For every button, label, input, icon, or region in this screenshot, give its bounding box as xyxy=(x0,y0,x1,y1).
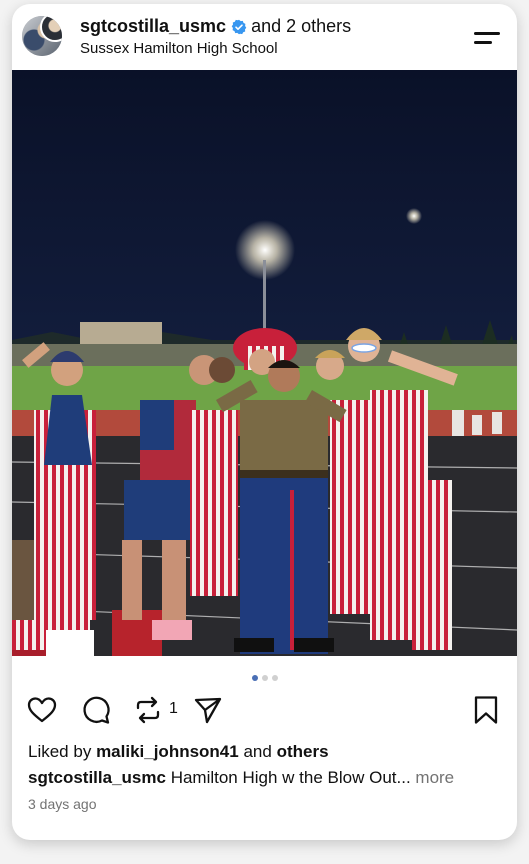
post-header: sgtcostilla_usmc and 2 others Sussex Ham… xyxy=(12,4,517,70)
repost-count: 1 xyxy=(169,700,178,717)
likes-summary: Liked by maliki_johnson41 and others xyxy=(28,742,329,762)
likes-and: and xyxy=(243,742,272,761)
post-location[interactable]: Sussex Hamilton High School xyxy=(80,40,278,57)
heart-icon[interactable] xyxy=(26,694,58,726)
comment-icon[interactable] xyxy=(80,694,112,726)
carousel-dot[interactable] xyxy=(251,675,258,681)
carousel-indicator xyxy=(12,668,517,681)
likes-prefix: Liked by xyxy=(28,742,92,761)
repost-icon[interactable] xyxy=(132,694,164,726)
carousel-dot[interactable] xyxy=(261,675,268,681)
bookmark-icon[interactable] xyxy=(470,694,502,726)
photo-illustration xyxy=(12,70,517,656)
likes-others-link[interactable]: others xyxy=(277,742,329,761)
author-username[interactable]: sgtcostilla_usmc xyxy=(80,16,226,37)
action-bar: 1 xyxy=(12,694,517,728)
caption-text: Hamilton High w the Blow Out... xyxy=(170,768,411,787)
coauthors-link[interactable]: and 2 others xyxy=(251,16,351,37)
menu-icon[interactable] xyxy=(474,28,502,48)
caption-more-link[interactable]: more xyxy=(415,768,454,787)
author-line: sgtcostilla_usmc and 2 others xyxy=(80,16,351,37)
share-send-icon[interactable] xyxy=(192,694,224,726)
caption-username[interactable]: sgtcostilla_usmc xyxy=(28,768,166,787)
post-card: sgtcostilla_usmc and 2 others Sussex Ham… xyxy=(12,4,517,840)
post-timestamp: 3 days ago xyxy=(28,796,97,812)
author-avatar[interactable] xyxy=(22,16,62,56)
post-photo[interactable] xyxy=(12,70,517,656)
carousel-dot[interactable] xyxy=(271,675,278,681)
post-caption: sgtcostilla_usmc Hamilton High w the Blo… xyxy=(28,768,508,788)
verified-badge-icon xyxy=(231,19,247,34)
liked-by-username[interactable]: maliki_johnson41 xyxy=(96,742,239,761)
